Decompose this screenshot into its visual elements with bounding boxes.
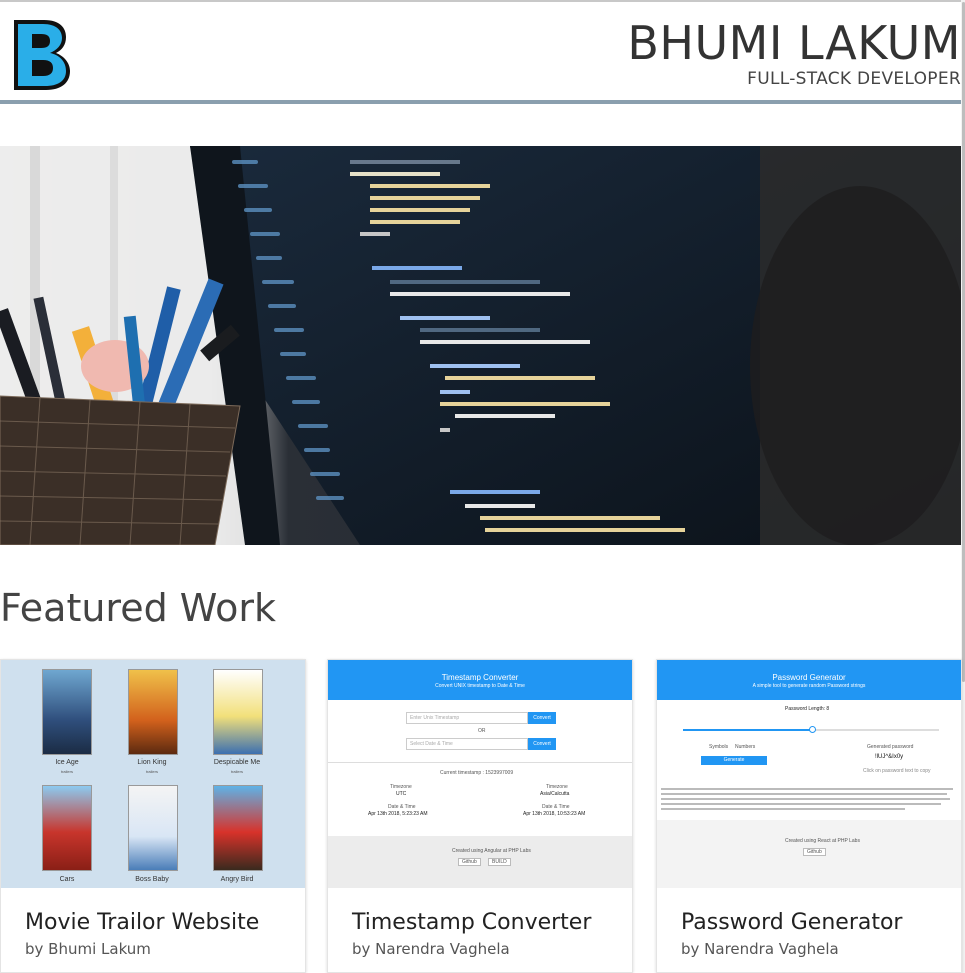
- timestamp-input: Enter Unix Timestamp: [406, 712, 528, 724]
- app-header: Timestamp Converter Convert UNIX timesta…: [328, 660, 632, 700]
- despicable-me-poster: [213, 669, 263, 755]
- movie-subcaption: trailers: [145, 769, 158, 774]
- movie-caption: Boss Baby: [135, 876, 169, 883]
- card-title[interactable]: Password Generator: [681, 910, 902, 935]
- site-header: BHUMI LAKUM FULL-STACK DEVELOPER: [0, 2, 961, 102]
- logo-icon[interactable]: [8, 16, 72, 92]
- convert-button: Convert: [528, 738, 556, 750]
- password-length-label: Password Length: 8: [785, 706, 830, 712]
- build-badge: BUILD: [488, 858, 511, 866]
- app-subtitle: A simple tool to generate random Passwor…: [752, 683, 866, 689]
- app-header: Password Generator A simple tool to gene…: [657, 660, 961, 700]
- cars-poster: [42, 785, 92, 871]
- boss-baby-poster: [128, 785, 178, 871]
- convert-button: Convert: [528, 712, 556, 724]
- project-thumbnail: Ice Age Lion King Despicable Me trailers…: [1, 660, 305, 888]
- timezone-label: Timezone: [546, 784, 568, 790]
- length-slider-fill: [683, 729, 813, 731]
- slider-thumb: [809, 726, 816, 733]
- movie-caption: Despicable Me: [213, 759, 261, 766]
- hero-image: [0, 146, 961, 545]
- site-tagline: FULL-STACK DEVELOPER: [747, 69, 961, 89]
- project-thumbnail: Timestamp Converter Convert UNIX timesta…: [328, 660, 632, 888]
- app-title: Timestamp Converter: [441, 673, 519, 682]
- disclaimer-text: [661, 788, 959, 813]
- timezone-value: Asia/Calcutta: [540, 791, 570, 797]
- generated-password-label: Generated password: [867, 744, 914, 750]
- footer-text: Created using Angular at PHP Labs: [452, 848, 531, 854]
- card-author: by Bhumi Lakum: [25, 940, 151, 958]
- generated-password-value: !lUJ^&Ix0y: [875, 754, 904, 760]
- lion-king-poster: [128, 669, 178, 755]
- movie-subcaption: trailers: [230, 769, 243, 774]
- header-divider: [0, 100, 961, 104]
- angry-bird-poster: [213, 785, 263, 871]
- datetime-label: Date & Time: [542, 804, 570, 810]
- copy-hint: Click on password text to copy: [863, 768, 931, 774]
- site-name[interactable]: BHUMI LAKUM: [627, 17, 961, 69]
- project-card-timestamp-converter[interactable]: Timestamp Converter Convert UNIX timesta…: [327, 659, 633, 973]
- movie-caption: Angry Bird: [220, 876, 254, 883]
- movie-caption: Cars: [59, 876, 75, 883]
- numbers-checkbox: Numbers: [735, 744, 756, 750]
- movie-caption: Ice Age: [55, 759, 79, 766]
- or-label: OR: [478, 728, 486, 734]
- featured-work-heading: Featured Work: [0, 586, 277, 630]
- card-author: by Narendra Vaghela: [352, 940, 510, 958]
- project-thumbnail: Password Generator A simple tool to gene…: [657, 660, 961, 888]
- current-timestamp: Current timestamp : 1523997009: [440, 770, 514, 776]
- github-badge: Github: [458, 858, 481, 866]
- datetime-label: Date & Time: [388, 804, 416, 810]
- datetime-value: Apr 13th 2018, 10:53:23 AM: [523, 811, 586, 817]
- card-title[interactable]: Timestamp Converter: [352, 910, 591, 935]
- timezone-value: UTC: [396, 791, 407, 797]
- app-footer: Created using Angular at PHP Labs Github…: [328, 836, 632, 888]
- project-card-movie-trailor[interactable]: Ice Age Lion King Despicable Me trailers…: [0, 659, 306, 973]
- datetime-input: Select Date & Time: [406, 738, 528, 750]
- github-badge: Github: [803, 848, 826, 856]
- project-card-password-generator[interactable]: Password Generator A simple tool to gene…: [656, 659, 962, 973]
- card-author: by Narendra Vaghela: [681, 940, 839, 958]
- symbols-checkbox: Symbols: [709, 744, 729, 750]
- timezone-label: Timezone: [390, 784, 412, 790]
- app-subtitle: Convert UNIX timestamp to Date & Time: [435, 683, 525, 689]
- laptop-with-code-icon: [0, 146, 961, 545]
- app-footer: Created using React at PHP Labs Github: [657, 820, 961, 888]
- app-title: Password Generator: [772, 673, 846, 682]
- divider: [328, 762, 632, 763]
- generate-button: Generate: [701, 756, 767, 765]
- ice-age-poster: [42, 669, 92, 755]
- movie-subcaption: trailers: [60, 769, 73, 774]
- footer-text: Created using React at PHP Labs: [785, 838, 860, 844]
- card-title[interactable]: Movie Trailor Website: [25, 910, 259, 935]
- datetime-value: Apr 13th 2018, 5:23:23 AM: [368, 811, 428, 817]
- movie-caption: Lion King: [137, 759, 167, 766]
